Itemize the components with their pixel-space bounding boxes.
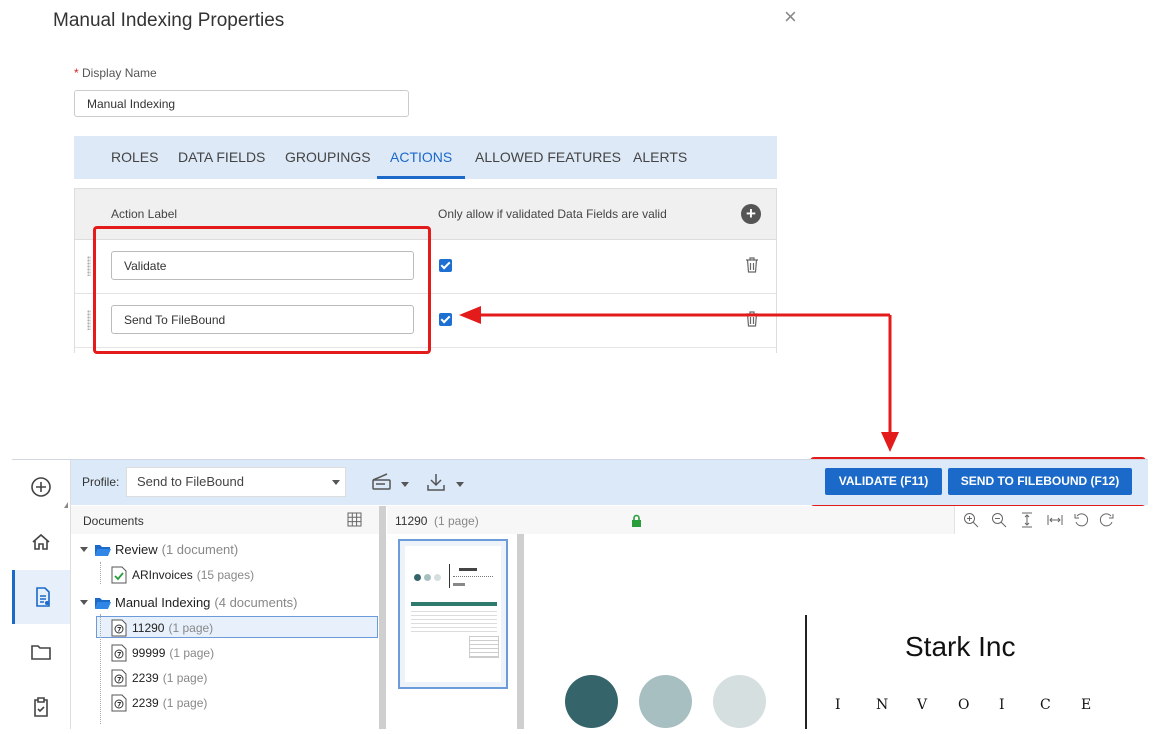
thumb-circle: [434, 574, 441, 581]
folder-icon[interactable]: [12, 625, 70, 679]
download-icon[interactable]: [425, 471, 447, 498]
page-thumbnail[interactable]: [398, 539, 508, 689]
invoice-company: Stark Inc: [905, 631, 1016, 662]
tree-node-review[interactable]: Review (1 document): [80, 542, 238, 557]
fit-height-icon[interactable]: [1019, 512, 1035, 533]
tree-node-count: (1 page): [162, 696, 208, 710]
invoice-circle: [639, 675, 692, 728]
folder-open-icon: [95, 597, 111, 609]
download-dropdown-icon[interactable]: [456, 482, 464, 487]
invoice-letter: N: [876, 697, 889, 713]
documents-title: Documents: [83, 514, 144, 528]
scanner-dropdown-icon[interactable]: [401, 482, 409, 487]
document-viewer: Stark Inc I N V O I C E: [524, 534, 1148, 729]
tree-node-count: (1 document): [161, 542, 239, 557]
toolbar: Profile: Send to FileBound VALIDATE (F11…: [71, 460, 1148, 505]
home-icon[interactable]: [12, 515, 70, 569]
invoice-divider: [805, 615, 807, 729]
tree-node-label: Manual Indexing: [115, 595, 211, 610]
tree-node-count: (15 pages): [196, 568, 255, 582]
tree-node-arinvoices[interactable]: ARInvoices (15 pages): [111, 566, 254, 584]
zoom-in-icon[interactable]: [963, 512, 979, 533]
tree-node-label: 2239: [132, 671, 159, 685]
invoice-circle: [565, 675, 618, 728]
thumb-circle: [414, 574, 421, 581]
invoice-letter: E: [1081, 697, 1092, 713]
tree-node-2239[interactable]: 2239 (1 page): [111, 669, 207, 687]
profile-select-value: Send to FileBound: [137, 474, 244, 489]
left-nav: [12, 460, 71, 729]
thumbnail-column: [387, 534, 517, 729]
invoice-letter: C: [1040, 697, 1051, 713]
zoom-out-icon[interactable]: [991, 512, 1007, 533]
clipboard-check-icon[interactable]: [12, 680, 70, 734]
invoice-letter: V: [917, 697, 928, 713]
documents-tree: Review (1 document) ARInvoices (15 pages…: [71, 534, 379, 729]
thumb-table-header: [411, 602, 497, 606]
thumb-circle: [424, 574, 431, 581]
doc-pending-icon: [111, 619, 127, 637]
rotate-right-icon[interactable]: [1099, 512, 1115, 533]
doc-pending-icon: [111, 669, 127, 687]
doc-pending-icon: [111, 644, 127, 662]
thumbnail-scrollbar[interactable]: [517, 534, 524, 729]
expand-caret-icon[interactable]: [80, 600, 88, 605]
lock-icon: [631, 514, 642, 532]
tree-node-count: (4 documents): [214, 595, 298, 610]
expand-caret-icon[interactable]: [80, 547, 88, 552]
viewer-tools: [954, 506, 1149, 534]
invoice-letter: O: [958, 697, 970, 713]
invoice-circle: [713, 675, 766, 728]
folder-open-icon: [95, 544, 111, 556]
tree-guide: [100, 562, 103, 584]
viewer-header: 11290 (1 page): [387, 506, 1149, 535]
validate-button[interactable]: VALIDATE (F11): [825, 468, 942, 495]
thumb-text: [453, 576, 493, 578]
tree-node-count: (1 page): [169, 646, 215, 660]
fit-width-icon[interactable]: [1047, 512, 1063, 533]
thumb-text: [453, 583, 465, 586]
tree-guide: [100, 614, 103, 724]
tree-node-label: Review: [115, 542, 158, 557]
grid-view-icon[interactable]: [347, 512, 362, 532]
invoice-letter: I: [835, 697, 841, 713]
profile-label: Profile:: [82, 475, 120, 489]
chevron-down-icon: [332, 480, 340, 485]
tree-node-manual-indexing[interactable]: Manual Indexing (4 documents): [80, 595, 298, 610]
rotate-left-icon[interactable]: [1073, 512, 1089, 533]
viewer-doc-pages: (1 page): [434, 514, 479, 528]
thumb-totals: [469, 636, 499, 658]
invoice-letter: I: [999, 697, 1005, 713]
thumb-divider: [449, 564, 450, 588]
tree-node-11290[interactable]: 11290 (1 page): [111, 619, 213, 637]
tree-node-2239[interactable]: 2239 (1 page): [111, 694, 207, 712]
doc-valid-icon: [111, 566, 127, 584]
scanner-icon[interactable]: [371, 472, 393, 497]
tree-node-label: ARInvoices: [132, 568, 193, 582]
tree-node-count: (1 page): [162, 671, 208, 685]
thumb-table: [411, 608, 497, 634]
thumb-title: [459, 568, 477, 571]
tree-node-label: 2239: [132, 696, 159, 710]
add-circle-icon[interactable]: [12, 460, 70, 514]
thumbnail-page: [405, 546, 501, 682]
tree-node-99999[interactable]: 99999 (1 page): [111, 644, 214, 662]
documents-scrollbar[interactable]: [379, 506, 386, 729]
doc-pending-icon: [111, 694, 127, 712]
send-to-filebound-button[interactable]: SEND TO FILEBOUND (F12): [948, 468, 1132, 495]
tree-node-label: 99999: [132, 646, 166, 660]
collapse-arrow-icon[interactable]: [64, 502, 68, 508]
viewer-doc-label: 11290: [395, 514, 428, 528]
tree-node-label: 11290: [132, 621, 165, 635]
profile-select[interactable]: Send to FileBound: [126, 467, 346, 497]
documents-header: Documents: [71, 506, 379, 535]
document-indexing-icon[interactable]: [12, 570, 70, 624]
tree-node-count: (1 page): [168, 621, 214, 635]
